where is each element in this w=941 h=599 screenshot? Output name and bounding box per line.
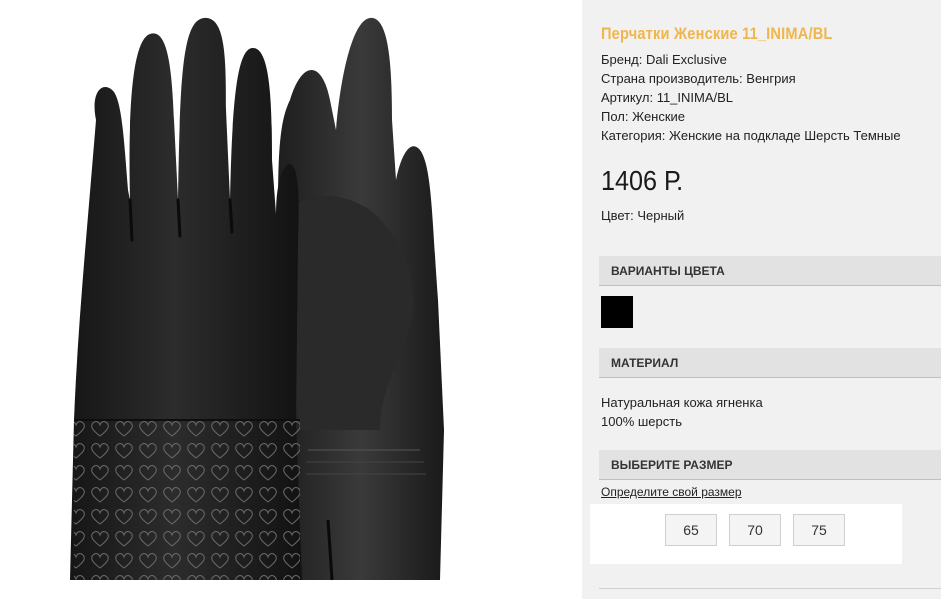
product-color: Цвет: Черный [601,208,685,223]
material-line: Натуральная кожа ягненка [601,395,763,410]
material-line: 100% шерсть [601,414,682,429]
size-guide-link[interactable]: Определите свой размер [601,485,742,499]
product-properties: Бренд: Dali Exclusive Страна производите… [601,50,901,145]
product-info-panel: Перчатки Женские 11_INIMA/BL Бренд: Dali… [582,0,941,599]
size-options: 65 70 75 [590,504,902,564]
leather-gloves-image [70,17,444,581]
size-option-75[interactable]: 75 [793,514,845,546]
product-title: Перчатки Женские 11_INIMA/BL [601,24,833,43]
section-divider [599,588,941,589]
size-option-65[interactable]: 65 [665,514,717,546]
product-price: 1406 Р. [601,165,684,196]
size-option-70[interactable]: 70 [729,514,781,546]
size-header: ВЫБЕРИТЕ РАЗМЕР [599,450,941,480]
category-line: Категория: Женские на подкладе Шерсть Те… [601,128,901,143]
country-line: Страна производитель: Венгрия [601,71,796,86]
product-image-panel [0,0,582,599]
color-swatch-black[interactable] [601,296,633,328]
brand-line: Бренд: Dali Exclusive [601,52,727,67]
sku-line: Артикул: 11_INIMA/BL [601,90,734,105]
material-header: МАТЕРИАЛ [599,348,941,378]
material-info: Натуральная кожа ягненка 100% шерсть [601,393,763,431]
gender-line: Пол: Женские [601,109,686,124]
color-variants-header: ВАРИАНТЫ ЦВЕТА [599,256,941,286]
